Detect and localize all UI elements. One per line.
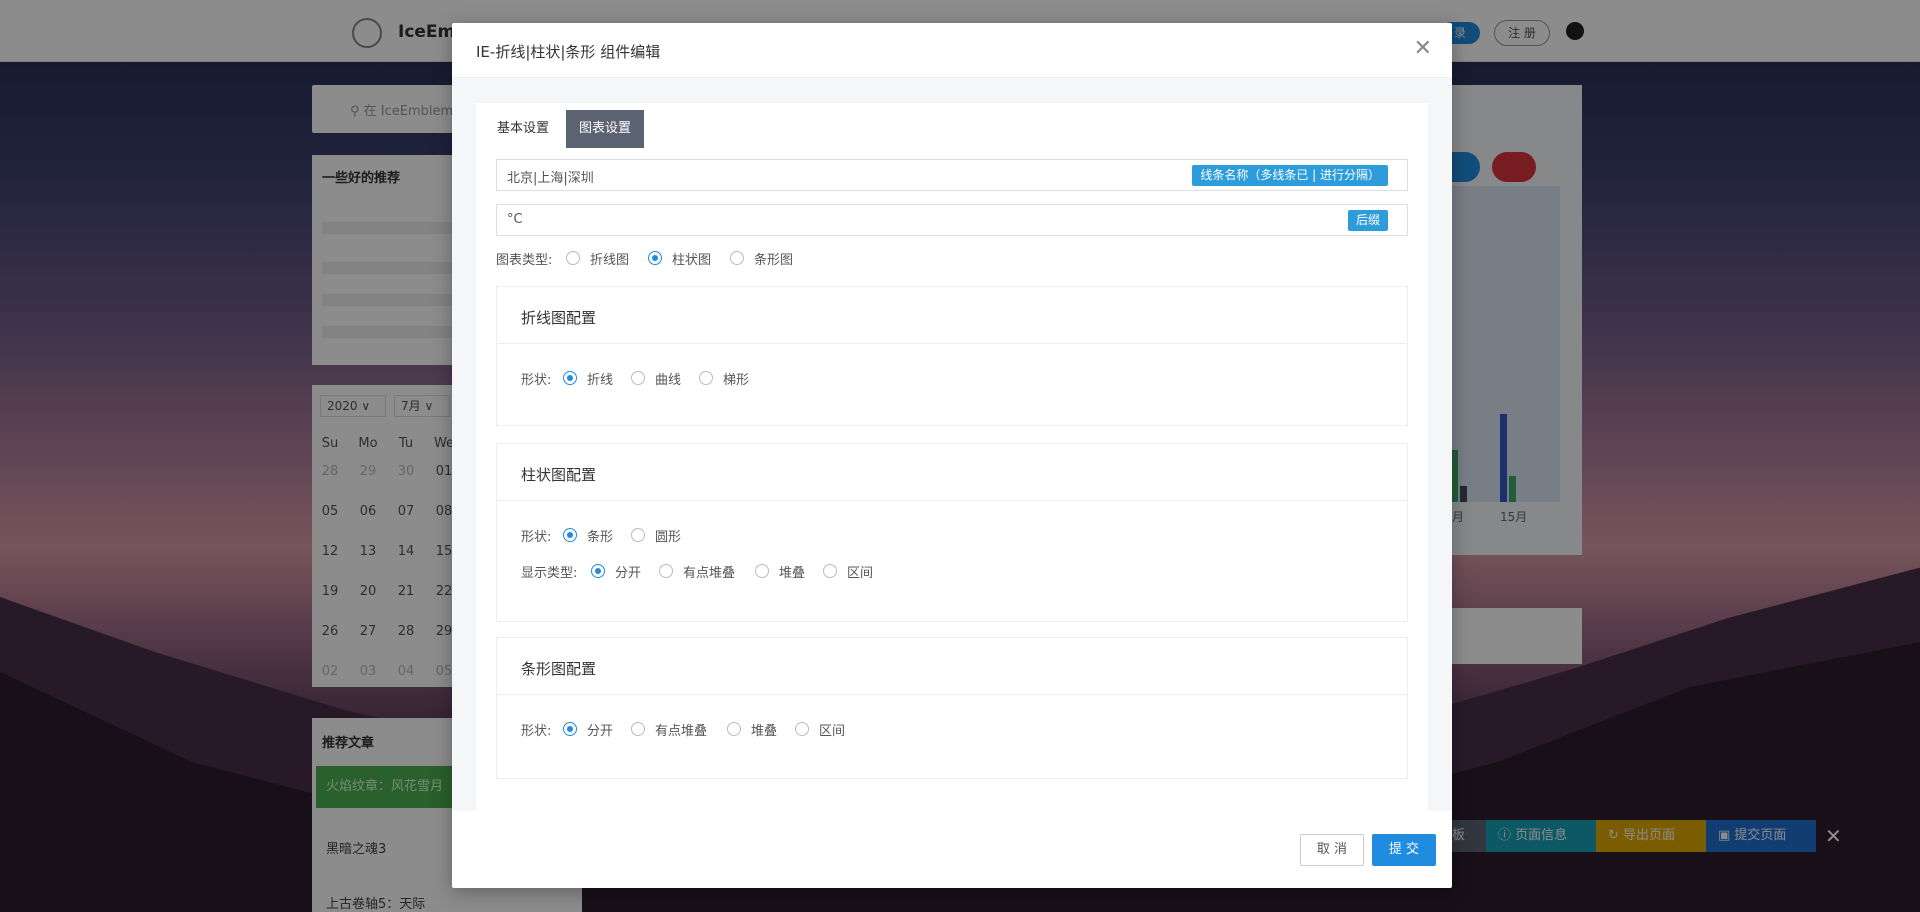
bar-config-panel: 柱状图配置 形状: 条形 圆形 显示类型: 分开 有点堆叠 堆叠 区间 bbox=[496, 443, 1408, 622]
tab-chart-settings[interactable]: 图表设置 bbox=[566, 110, 645, 148]
radio-bar-separate-label[interactable]: 分开 bbox=[615, 562, 641, 581]
radio-line-step[interactable] bbox=[699, 371, 713, 385]
modal-title: IE-折线|柱状|条形 组件编辑 bbox=[476, 43, 661, 61]
radio-bar-chart[interactable] bbox=[648, 251, 662, 265]
radio-hbar-chart-label[interactable]: 条形图 bbox=[754, 249, 793, 268]
radio-bar-stack[interactable] bbox=[755, 564, 769, 578]
radio-hbar-partial-stack[interactable] bbox=[631, 722, 645, 736]
bar-shape-label: 形状: bbox=[521, 530, 552, 545]
modal-body: 基本设置 图表设置 北京|上海|深圳 线条名称（多线条已 | 进行分隔） °C … bbox=[452, 78, 1452, 811]
radio-bar-rect[interactable] bbox=[563, 528, 577, 542]
radio-bar-rect-label[interactable]: 条形 bbox=[587, 526, 613, 545]
radio-bar-separate[interactable] bbox=[591, 564, 605, 578]
line-shape-label: 形状: bbox=[521, 373, 552, 388]
radio-line-curve[interactable] bbox=[631, 371, 645, 385]
radio-bar-chart-label[interactable]: 柱状图 bbox=[672, 249, 711, 268]
radio-hbar-stack-label[interactable]: 堆叠 bbox=[751, 720, 777, 739]
radio-hbar-chart[interactable] bbox=[730, 251, 744, 265]
radio-bar-round[interactable] bbox=[631, 528, 645, 542]
radio-bar-partial-stack[interactable] bbox=[659, 564, 673, 578]
line-config-title: 折线图配置 bbox=[521, 309, 597, 327]
radio-line-chart[interactable] bbox=[566, 251, 580, 265]
cancel-button[interactable]: 取 消 bbox=[1300, 834, 1364, 866]
radio-bar-range[interactable] bbox=[823, 564, 837, 578]
radio-line-chart-label[interactable]: 折线图 bbox=[590, 249, 629, 268]
radio-hbar-stack[interactable] bbox=[727, 722, 741, 736]
series-name-tag: 线条名称（多线条已 | 进行分隔） bbox=[1192, 165, 1388, 186]
radio-bar-stack-label[interactable]: 堆叠 bbox=[779, 562, 805, 581]
radio-line-step-label[interactable]: 梯形 bbox=[723, 369, 749, 388]
radio-bar-round-label[interactable]: 圆形 bbox=[655, 526, 681, 545]
line-config-header: 折线图配置 bbox=[497, 287, 1407, 344]
radio-line-curve-label[interactable]: 曲线 bbox=[655, 369, 681, 388]
radio-hbar-range-label[interactable]: 区间 bbox=[819, 720, 845, 739]
suffix-field[interactable]: °C 后缀 bbox=[496, 204, 1408, 236]
radio-hbar-partial-stack-label[interactable]: 有点堆叠 bbox=[655, 720, 707, 739]
tab-basic-settings[interactable]: 基本设置 bbox=[484, 110, 562, 148]
hbar-shape-label: 形状: bbox=[521, 724, 552, 739]
bar-config-header: 柱状图配置 bbox=[497, 444, 1407, 501]
line-config-panel: 折线图配置 形状: 折线 曲线 梯形 bbox=[496, 286, 1408, 426]
radio-bar-range-label[interactable]: 区间 bbox=[847, 562, 873, 581]
chart-type-label: 图表类型: bbox=[496, 253, 553, 268]
settings-container: 基本设置 图表设置 北京|上海|深圳 线条名称（多线条已 | 进行分隔） °C … bbox=[476, 103, 1428, 811]
suffix-tag: 后缀 bbox=[1347, 210, 1388, 231]
series-name-value: 北京|上海|深圳 bbox=[507, 171, 594, 186]
radio-hbar-separate[interactable] bbox=[563, 722, 577, 736]
radio-bar-partial-stack-label[interactable]: 有点堆叠 bbox=[683, 562, 735, 581]
hbar-config-title: 条形图配置 bbox=[521, 660, 597, 678]
series-name-field[interactable]: 北京|上海|深圳 线条名称（多线条已 | 进行分隔） bbox=[496, 159, 1408, 191]
hbar-config-header: 条形图配置 bbox=[497, 638, 1407, 695]
bar-config-title: 柱状图配置 bbox=[521, 466, 597, 484]
modal-header: IE-折线|柱状|条形 组件编辑 ✕ bbox=[452, 23, 1452, 78]
submit-button[interactable]: 提 交 bbox=[1372, 834, 1436, 866]
suffix-value: °C bbox=[507, 212, 523, 227]
radio-hbar-range[interactable] bbox=[795, 722, 809, 736]
hbar-config-panel: 条形图配置 形状: 分开 有点堆叠 堆叠 区间 bbox=[496, 637, 1408, 779]
bar-display-label: 显示类型: bbox=[521, 566, 578, 581]
radio-hbar-separate-label[interactable]: 分开 bbox=[587, 720, 613, 739]
modal-footer: 取 消 提 交 bbox=[452, 811, 1452, 888]
close-icon[interactable]: ✕ bbox=[1414, 37, 1432, 61]
radio-line-polyline-label[interactable]: 折线 bbox=[587, 369, 613, 388]
radio-line-polyline[interactable] bbox=[563, 371, 577, 385]
component-edit-modal: IE-折线|柱状|条形 组件编辑 ✕ 基本设置 图表设置 北京|上海|深圳 线条… bbox=[452, 23, 1452, 888]
